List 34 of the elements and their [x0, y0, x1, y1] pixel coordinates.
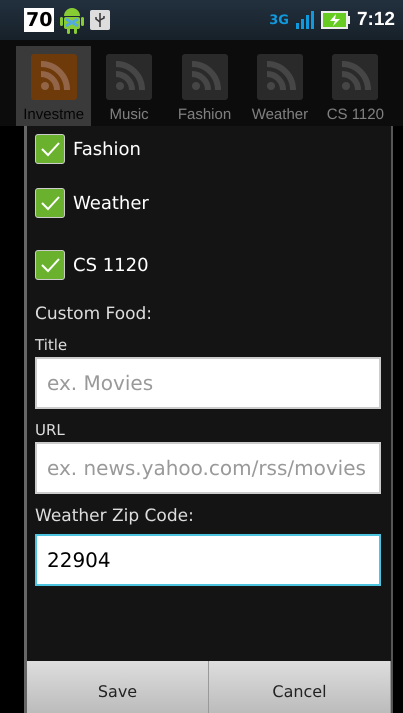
feed-label: CS 1120 — [73, 254, 149, 276]
checkbox[interactable] — [35, 250, 65, 280]
feed-label: Weather — [73, 192, 149, 214]
dialog-button[interactable]: Cancel — [209, 661, 391, 713]
clock: 7:12 — [356, 9, 395, 31]
feed-tab[interactable]: Fashion — [166, 46, 242, 126]
checkbox[interactable] — [35, 134, 65, 164]
feed-tab[interactable]: Weather — [242, 46, 318, 126]
rss-icon — [256, 54, 303, 100]
field-label: Title — [35, 336, 68, 354]
field-label: URL — [35, 421, 66, 439]
feed-tab[interactable]: CS 1120 — [318, 46, 394, 126]
usb-icon — [90, 10, 110, 30]
battery-charging-icon — [320, 11, 351, 29]
text-field[interactable]: ex. news.yahoo.com/rss/movies — [35, 442, 381, 494]
rss-icon — [30, 54, 77, 100]
checkbox[interactable] — [35, 188, 65, 218]
check-icon — [39, 256, 61, 274]
check-icon — [39, 194, 61, 212]
rss-icon — [332, 54, 378, 100]
notification-count: 70 — [24, 8, 54, 32]
android-robot-icon — [60, 5, 84, 35]
check-icon — [39, 140, 61, 158]
feed-label: Fashion — [73, 138, 141, 160]
signal-icon — [294, 11, 315, 29]
rss-icon — [106, 54, 152, 100]
field-label: Weather Zip Code: — [35, 506, 195, 526]
text-field[interactable]: 22904 — [35, 534, 381, 586]
network-type: 3G — [269, 12, 289, 28]
dialog-button[interactable]: Save — [27, 661, 209, 713]
feed-tab[interactable]: Music — [91, 46, 167, 126]
text-field[interactable]: ex. Movies — [35, 357, 381, 409]
section-heading: Custom Food: — [35, 304, 154, 324]
rss-icon — [182, 54, 228, 100]
